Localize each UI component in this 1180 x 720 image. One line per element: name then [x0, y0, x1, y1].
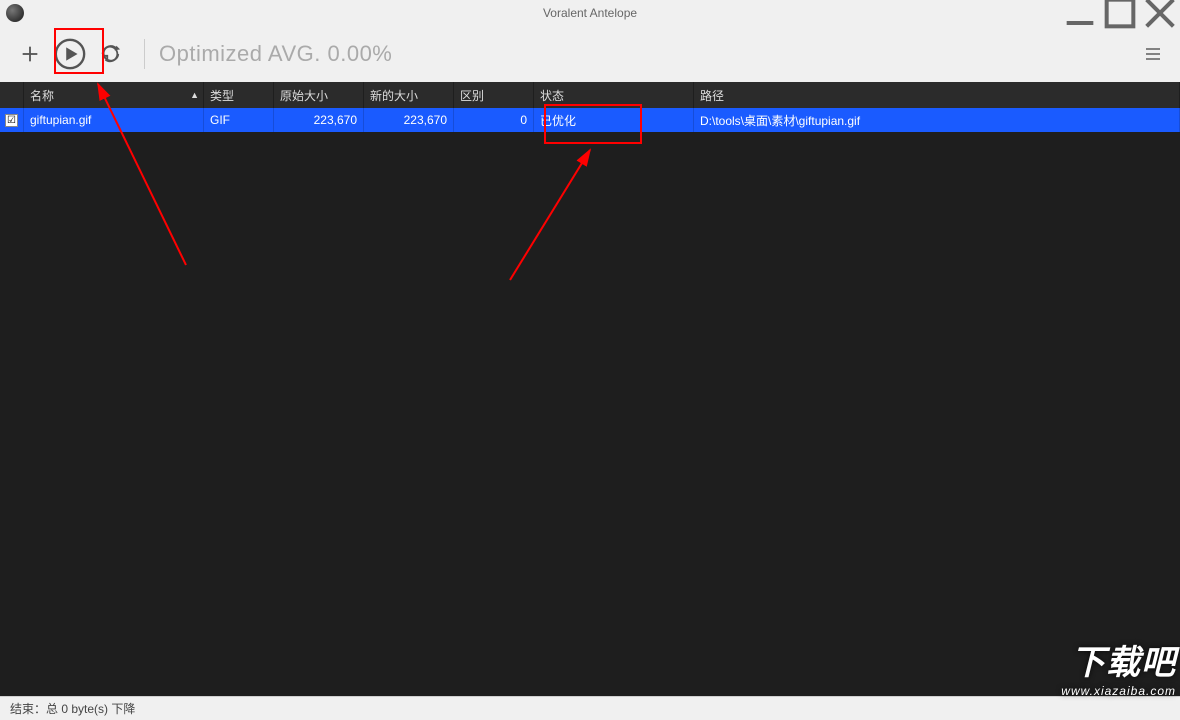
- close-button[interactable]: [1140, 0, 1180, 26]
- col-original-size-label: 原始大小: [280, 87, 328, 104]
- col-checkbox[interactable]: [0, 82, 24, 108]
- maximize-button[interactable]: [1100, 0, 1140, 26]
- col-diff-label: 区别: [460, 87, 484, 104]
- minimize-button[interactable]: [1060, 0, 1100, 26]
- col-status[interactable]: 状态: [534, 82, 694, 108]
- window-title: Voralent Antelope: [543, 6, 637, 20]
- row-checkbox[interactable]: ☑: [5, 114, 18, 127]
- run-button[interactable]: [50, 34, 90, 74]
- cell-original-size: 223,670: [274, 108, 364, 132]
- toolbar: Optimized AVG. 0.00%: [0, 26, 1180, 82]
- add-button[interactable]: [10, 34, 50, 74]
- cell-name: giftupian.gif: [24, 108, 204, 132]
- optimized-avg-label: Optimized AVG. 0.00%: [159, 41, 392, 67]
- sort-asc-icon: ▲: [190, 90, 199, 100]
- refresh-button[interactable]: [90, 34, 130, 74]
- title-bar: Voralent Antelope: [0, 0, 1180, 26]
- toolbar-divider: [144, 39, 145, 69]
- col-path[interactable]: 路径: [694, 82, 1180, 108]
- col-path-label: 路径: [700, 87, 724, 104]
- watermark: 下载吧 www.xiazaiba.com: [1061, 635, 1176, 698]
- cell-new-size: 223,670: [364, 108, 454, 132]
- col-type-label: 类型: [210, 87, 234, 104]
- col-diff[interactable]: 区别: [454, 82, 534, 108]
- status-text: 结束：总 0 byte(s) 下降: [10, 700, 135, 717]
- table-empty-area: [0, 132, 1180, 696]
- col-new-size[interactable]: 新的大小: [364, 82, 454, 108]
- menu-button[interactable]: [1136, 37, 1170, 71]
- file-table: 名称 ▲ 类型 原始大小 新的大小 区别 状态 路径 ☑ giftupian.gi…: [0, 82, 1180, 696]
- cell-status: 已优化: [534, 108, 694, 132]
- col-status-label: 状态: [540, 87, 564, 104]
- app-logo-icon: [6, 4, 24, 22]
- col-name[interactable]: 名称 ▲: [24, 82, 204, 108]
- table-header: 名称 ▲ 类型 原始大小 新的大小 区别 状态 路径: [0, 82, 1180, 108]
- col-new-size-label: 新的大小: [370, 87, 418, 104]
- col-type[interactable]: 类型: [204, 82, 274, 108]
- status-bar: 结束：总 0 byte(s) 下降: [0, 696, 1180, 720]
- table-row[interactable]: ☑ giftupian.gif GIF 223,670 223,670 0 已优…: [0, 108, 1180, 132]
- col-original-size[interactable]: 原始大小: [274, 82, 364, 108]
- col-name-label: 名称: [30, 87, 54, 104]
- watermark-title: 下载吧: [1061, 635, 1176, 684]
- cell-type: GIF: [204, 108, 274, 132]
- watermark-url: www.xiazaiba.com: [1061, 684, 1176, 698]
- cell-diff: 0: [454, 108, 534, 132]
- cell-path: D:\tools\桌面\素材\giftupian.gif: [694, 108, 1180, 132]
